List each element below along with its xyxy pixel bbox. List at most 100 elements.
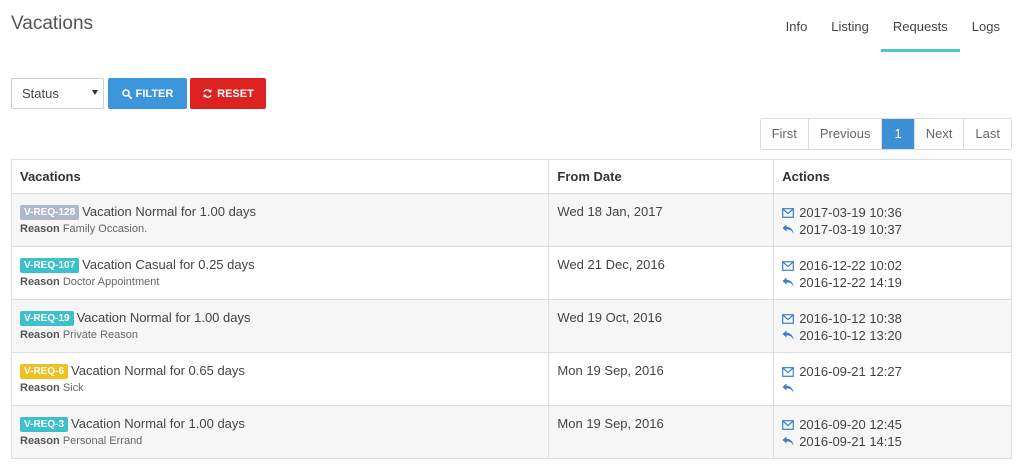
sent-action[interactable]: 2016-09-20 12:45 [782, 416, 1003, 433]
tab-logs[interactable]: Logs [960, 0, 1012, 52]
reason-label: Reason [20, 329, 60, 341]
reply-timestamp: 2016-09-21 14:15 [799, 434, 902, 449]
sent-action[interactable]: 2016-12-22 10:02 [782, 257, 1003, 274]
request-id-badge[interactable]: V-REQ-6 [20, 364, 69, 379]
caret-down-icon [92, 90, 98, 95]
status-select[interactable]: Status [11, 78, 104, 109]
request-id-badge[interactable]: V-REQ-128 [20, 205, 80, 220]
requests-table: Vacations From Date Actions V-REQ-128 Vac… [10, 159, 1012, 459]
column-header-from-date: From Date [548, 159, 775, 194]
from-date-cell: Mon 19 Sep, 2016 [548, 405, 775, 459]
reply-timestamp: 2017-03-19 10:37 [799, 222, 902, 237]
from-date: Wed 18 Jan, 2017 [557, 204, 663, 219]
table-header-row: Vacations From Date Actions [10, 159, 1012, 194]
from-date-cell: Wed 21 Dec, 2016 [548, 246, 775, 300]
table-row: V-REQ-6 Vacation Normal for 0.65 days Rea… [10, 352, 1012, 406]
sent-action[interactable]: 2016-09-21 12:27 [782, 363, 1003, 380]
from-date-cell: Wed 19 Oct, 2016 [548, 299, 775, 353]
request-id-badge[interactable]: V-REQ-3 [20, 417, 69, 432]
sent-timestamp: 2016-09-20 12:45 [799, 417, 902, 432]
reply-icon [782, 277, 794, 288]
reason-line: Reason Sick [20, 382, 540, 394]
nav-tabs: Info Listing Requests Logs [774, 0, 1012, 52]
vacation-cell: V-REQ-6 Vacation Normal for 0.65 days Rea… [10, 352, 550, 406]
reply-action[interactable]: 2017-03-19 10:37 [782, 221, 1003, 238]
reply-timestamp: 2016-12-22 14:19 [799, 275, 902, 290]
vacation-title: Vacation Normal for 0.65 days [71, 363, 245, 378]
reset-button-label: RESET [217, 87, 254, 100]
vacation-cell: V-REQ-3 Vacation Normal for 1.00 days Rea… [10, 405, 550, 459]
page-current-button[interactable]: 1 [882, 119, 915, 149]
search-icon [121, 88, 132, 99]
reply-timestamp: 2016-10-12 13:20 [799, 328, 902, 343]
sent-timestamp: 2017-03-19 10:36 [799, 205, 902, 220]
reason-line: Reason Personal Errand [20, 435, 540, 447]
filter-button-label: FILTER [135, 87, 174, 100]
request-id-badge[interactable]: V-REQ-107 [20, 258, 80, 273]
page-first-button[interactable]: First [760, 119, 809, 149]
reset-button[interactable]: RESET [190, 78, 266, 109]
column-header-vacations: Vacations [10, 159, 550, 194]
reply-icon [782, 330, 794, 341]
table-row: V-REQ-128 Vacation Normal for 1.00 days R… [10, 193, 1012, 247]
actions-cell: 2016-10-12 10:38 2016-10-12 13:20 [773, 299, 1012, 353]
pagination: First Previous 1 Next Last [759, 118, 1012, 150]
reason-text: Sick [62, 382, 84, 394]
refresh-icon [203, 89, 212, 98]
envelope-icon [782, 419, 795, 430]
actions-cell: 2016-12-22 10:02 2016-12-22 14:19 [773, 246, 1012, 300]
page-last-button[interactable]: Last [964, 119, 1011, 149]
reply-icon [782, 383, 794, 394]
from-date-cell: Mon 19 Sep, 2016 [548, 352, 775, 406]
vacation-title: Vacation Normal for 1.00 days [71, 416, 245, 431]
reply-action[interactable]: 2016-09-21 14:15 [782, 433, 1003, 450]
from-date-cell: Wed 18 Jan, 2017 [548, 193, 775, 247]
page-previous-button[interactable]: Previous [808, 119, 883, 149]
reason-line: Reason Doctor Appointment [20, 276, 540, 288]
table-row: V-REQ-19 Vacation Normal for 1.00 days Re… [10, 299, 1012, 353]
reason-text: Doctor Appointment [62, 276, 160, 288]
actions-cell: 2016-09-20 12:45 2016-09-21 14:15 [773, 405, 1012, 459]
reason-line: Reason Family Occasion. [20, 223, 540, 235]
from-date: Wed 19 Oct, 2016 [557, 310, 662, 325]
reply-icon [782, 224, 794, 235]
vacation-title: Vacation Normal for 1.00 days [76, 310, 251, 325]
reply-action[interactable]: 2016-10-12 13:20 [782, 327, 1003, 344]
reply-icon [782, 436, 794, 447]
page-title: Vacations [11, 13, 94, 34]
filter-button[interactable]: FILTER [108, 78, 187, 109]
table-row: V-REQ-107 Vacation Casual for 0.25 days R… [10, 246, 1012, 300]
envelope-icon [782, 207, 795, 218]
sent-timestamp: 2016-09-21 12:27 [799, 364, 902, 379]
actions-cell: 2016-09-21 12:27 [773, 352, 1012, 406]
filter-bar: Status FILTER RESET [11, 78, 266, 109]
request-id-badge[interactable]: V-REQ-19 [20, 311, 74, 326]
vacation-title: Vacation Casual for 0.25 days [82, 257, 255, 272]
envelope-icon [782, 366, 795, 377]
reply-action[interactable]: 2016-12-22 14:19 [782, 274, 1003, 291]
sent-timestamp: 2016-10-12 10:38 [799, 311, 902, 326]
vacation-cell: V-REQ-19 Vacation Normal for 1.00 days Re… [10, 299, 550, 353]
reason-text: Family Occasion. [62, 223, 148, 235]
from-date: Wed 21 Dec, 2016 [557, 257, 665, 272]
vacation-cell: V-REQ-107 Vacation Casual for 0.25 days R… [10, 246, 550, 300]
tab-info[interactable]: Info [774, 0, 820, 52]
reply-action[interactable] [782, 380, 1003, 397]
column-header-actions: Actions [773, 159, 1012, 194]
sent-timestamp: 2016-12-22 10:02 [799, 258, 902, 273]
page-next-button[interactable]: Next [914, 119, 965, 149]
vacation-cell: V-REQ-128 Vacation Normal for 1.00 days R… [10, 193, 550, 247]
from-date: Mon 19 Sep, 2016 [557, 416, 664, 431]
reason-text: Personal Errand [62, 435, 143, 447]
reason-label: Reason [20, 223, 60, 235]
tab-listing[interactable]: Listing [819, 0, 881, 52]
table-row: V-REQ-3 Vacation Normal for 1.00 days Rea… [10, 405, 1012, 459]
reason-label: Reason [20, 382, 60, 394]
envelope-icon [782, 313, 795, 324]
tab-requests[interactable]: Requests [880, 0, 960, 52]
actions-cell: 2017-03-19 10:36 2017-03-19 10:37 [773, 193, 1012, 247]
reason-label: Reason [20, 435, 60, 447]
reason-text: Private Reason [62, 329, 139, 341]
sent-action[interactable]: 2016-10-12 10:38 [782, 310, 1003, 327]
sent-action[interactable]: 2017-03-19 10:36 [782, 204, 1003, 221]
